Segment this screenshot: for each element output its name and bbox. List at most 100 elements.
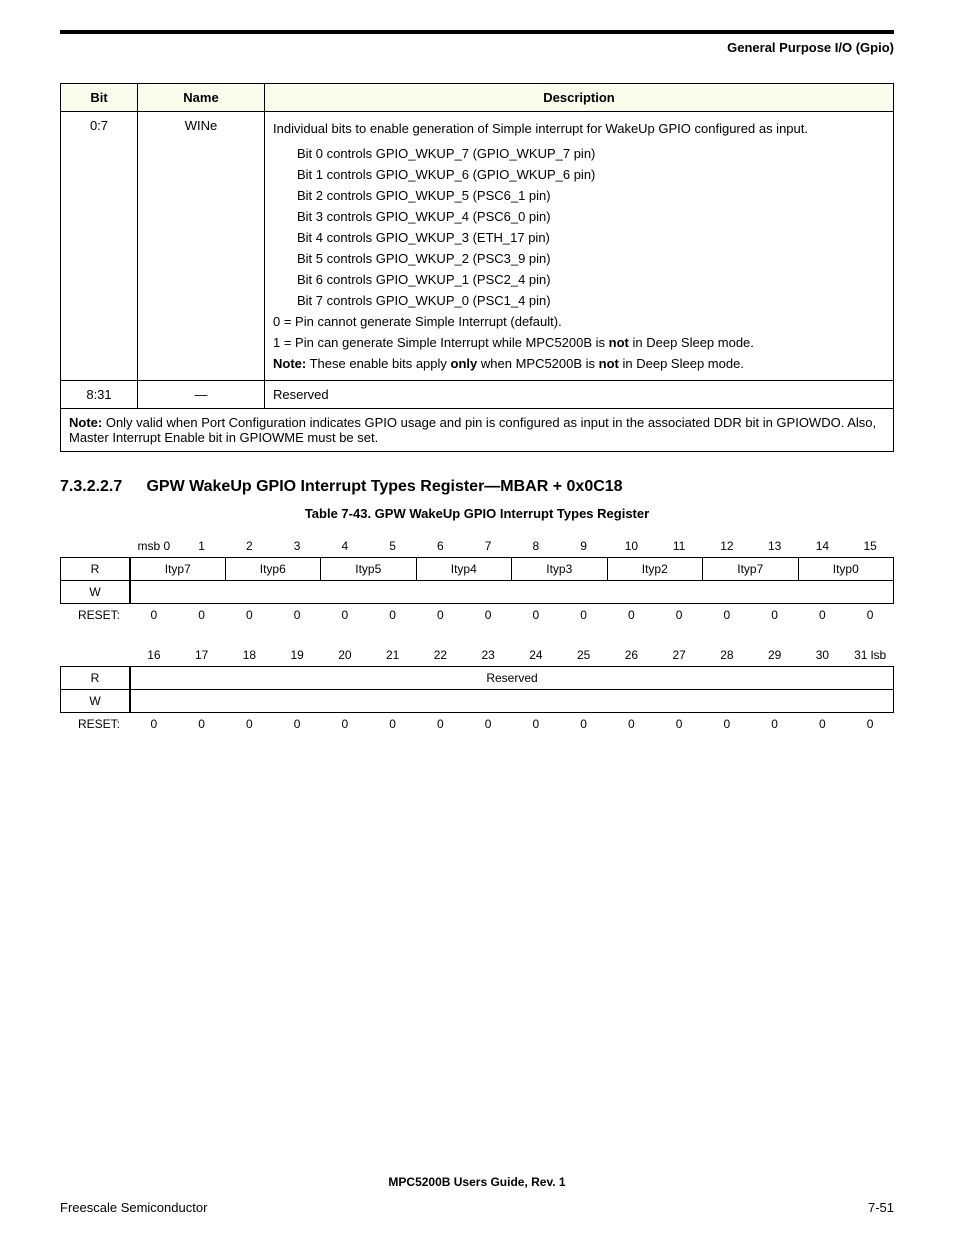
reset-val: 0 (369, 713, 417, 735)
bit-num: 10 (608, 535, 656, 557)
bit-num: 24 (512, 644, 560, 666)
desc-note: Note: These enable bits apply only when … (273, 353, 885, 374)
cell-name: WINe (138, 112, 265, 381)
section-heading: 7.3.2.2.7 GPW WakeUp GPIO Interrupt Type… (60, 478, 894, 496)
list-item: Bit 4 controls GPIO_WKUP_3 (ETH_17 pin) (273, 227, 885, 248)
reset-val: 0 (226, 713, 274, 735)
footer-left: Freescale Semiconductor (60, 1200, 207, 1215)
reset-val: 0 (846, 604, 894, 626)
note-label: Note: (273, 356, 306, 371)
reset-val: 0 (655, 604, 703, 626)
field: Ityp6 (226, 557, 322, 581)
section-title: GPW WakeUp GPIO Interrupt Types Register… (146, 478, 622, 495)
bit-num: 25 (560, 644, 608, 666)
row-label-r: R (60, 666, 130, 690)
footnote-text: Only valid when Port Configuration indic… (69, 415, 876, 445)
row-label-r: R (60, 557, 130, 581)
bit-num: 6 (417, 535, 465, 557)
bit-header-row: msb 0 1 2 3 4 5 6 7 8 9 10 11 12 13 14 1… (60, 535, 894, 557)
reset-val: 0 (178, 713, 226, 735)
reset-val: 0 (512, 713, 560, 735)
reset-val: 0 (273, 604, 321, 626)
bit-num: 13 (751, 535, 799, 557)
reset-val: 0 (464, 604, 512, 626)
bit-num: 21 (369, 644, 417, 666)
cell-name: — (138, 381, 265, 409)
blank (60, 542, 130, 550)
reset-val: 0 (512, 604, 560, 626)
bit-num: 11 (655, 535, 703, 557)
bit-num: 12 (703, 535, 751, 557)
reset-val: 0 (608, 713, 656, 735)
field: Ityp0 (799, 557, 895, 581)
list-item: Bit 7 controls GPIO_WKUP_0 (PSC1_4 pin) (273, 290, 885, 311)
reset-val: 0 (560, 713, 608, 735)
reset-val: 0 (846, 713, 894, 735)
bit-num: 5 (369, 535, 417, 557)
desc-intro: Individual bits to enable generation of … (273, 118, 885, 139)
bit-num: 7 (464, 535, 512, 557)
list-item: Bit 5 controls GPIO_WKUP_2 (PSC3_9 pin) (273, 248, 885, 269)
footer-center: MPC5200B Users Guide, Rev. 1 (0, 1175, 954, 1189)
bit-num: 3 (273, 535, 321, 557)
reset-row: RESET: 0 0 0 0 0 0 0 0 0 0 0 0 0 0 0 0 (60, 604, 894, 626)
row-label-reset: RESET: (60, 713, 130, 735)
cell-desc: Reserved (265, 381, 894, 409)
th-bit: Bit (61, 84, 138, 112)
field: Ityp5 (321, 557, 417, 581)
bit-num: 15 (846, 535, 894, 557)
bit-num: 29 (751, 644, 799, 666)
list-item: Bit 1 controls GPIO_WKUP_6 (GPIO_WKUP_6 … (273, 164, 885, 185)
bit-num: 9 (560, 535, 608, 557)
bit-num: 28 (703, 644, 751, 666)
row-label-w: W (60, 581, 130, 604)
reset-val: 0 (751, 713, 799, 735)
reset-val: 0 (178, 604, 226, 626)
text: when MPC5200B is (477, 356, 598, 371)
blank (60, 651, 130, 659)
cell-bit: 8:31 (61, 381, 138, 409)
th-desc: Description (265, 84, 894, 112)
desc-bit-list: Bit 0 controls GPIO_WKUP_7 (GPIO_WKUP_7 … (273, 143, 885, 311)
row-label-reset: RESET: (60, 604, 130, 626)
text: in Deep Sleep mode. (629, 335, 754, 350)
section-header: General Purpose I/O (Gpio) (60, 40, 894, 55)
list-item: Bit 3 controls GPIO_WKUP_4 (PSC6_0 pin) (273, 206, 885, 227)
reset-val: 0 (560, 604, 608, 626)
reset-val: 0 (655, 713, 703, 735)
reset-val: 0 (130, 604, 178, 626)
w-field-row: W (60, 690, 894, 713)
field: Reserved (130, 666, 894, 690)
desc-zero: 0 = Pin cannot generate Simple Interrupt… (273, 311, 885, 332)
reset-val: 0 (417, 713, 465, 735)
table-row: 0:7 WINe Individual bits to enable gener… (61, 112, 894, 381)
list-item: Bit 6 controls GPIO_WKUP_1 (PSC2_4 pin) (273, 269, 885, 290)
bit-num: 22 (417, 644, 465, 666)
row-label-w: W (60, 690, 130, 713)
text: in Deep Sleep mode. (619, 356, 744, 371)
reset-val: 0 (273, 713, 321, 735)
reset-val: 0 (369, 604, 417, 626)
register-layout-upper: msb 0 1 2 3 4 5 6 7 8 9 10 11 12 13 14 1… (60, 535, 894, 626)
reset-val: 0 (321, 713, 369, 735)
bit-num: 30 (799, 644, 847, 666)
reset-val: 0 (321, 604, 369, 626)
field (130, 690, 894, 713)
list-item: Bit 0 controls GPIO_WKUP_7 (GPIO_WKUP_7 … (273, 143, 885, 164)
bit-num: 19 (273, 644, 321, 666)
footer-right: 7-51 (868, 1200, 894, 1215)
bold-text: not (599, 356, 619, 371)
r-field-row: R Reserved (60, 666, 894, 690)
bit-num: 1 (178, 535, 226, 557)
table-footnote-row: Note: Only valid when Port Configuration… (61, 409, 894, 452)
reset-val: 0 (417, 604, 465, 626)
reset-val: 0 (703, 713, 751, 735)
field: Ityp7 (130, 557, 226, 581)
bit-num: 27 (655, 644, 703, 666)
th-name: Name (138, 84, 265, 112)
cell-bit: 0:7 (61, 112, 138, 381)
reset-val: 0 (799, 713, 847, 735)
table-row: 8:31 — Reserved (61, 381, 894, 409)
bit-num: 4 (321, 535, 369, 557)
header-rule (60, 30, 894, 34)
